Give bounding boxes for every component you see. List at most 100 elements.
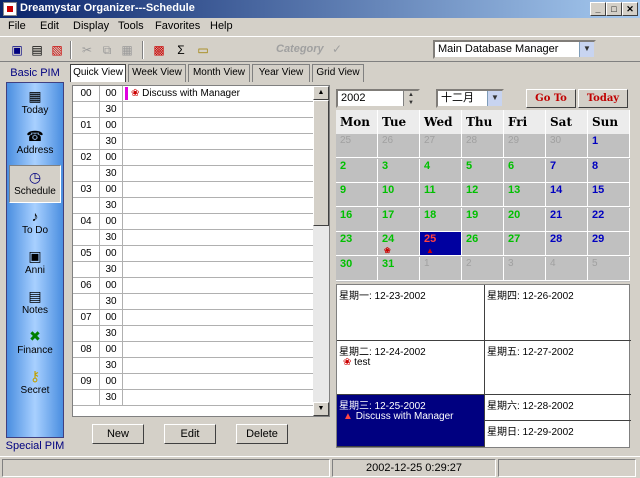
time-slot[interactable]: 02 00 bbox=[73, 150, 313, 166]
new-button[interactable]: New bbox=[92, 424, 144, 444]
time-slot[interactable]: 07 00 bbox=[73, 310, 313, 326]
sidebar-footer[interactable]: Special PIM bbox=[4, 440, 66, 452]
time-slot[interactable]: 30 bbox=[73, 134, 313, 150]
scroll-down-icon[interactable]: ▼ bbox=[313, 402, 329, 416]
calendar-day[interactable]: 29 bbox=[504, 134, 546, 158]
menu-tools[interactable]: Tools bbox=[118, 20, 144, 32]
calendar-day[interactable]: 4 bbox=[420, 158, 462, 183]
week-day-fri[interactable]: 星期五: 12-27-2002 bbox=[485, 341, 631, 395]
close-button[interactable]: ✕ bbox=[622, 2, 638, 16]
tab-year-view[interactable]: Year View bbox=[252, 64, 310, 82]
calendar-day[interactable]: 3 bbox=[504, 257, 546, 281]
category-button[interactable]: Category bbox=[276, 43, 324, 55]
minimize-button[interactable]: _ bbox=[590, 2, 606, 16]
scroll-thumb[interactable] bbox=[313, 100, 329, 226]
delete-icon[interactable]: ▧ bbox=[48, 41, 66, 59]
calendar-day[interactable]: 28 bbox=[546, 232, 588, 257]
calendar-day[interactable]: 7 bbox=[546, 158, 588, 183]
menu-favorites[interactable]: Favorites bbox=[155, 20, 200, 32]
paste-icon[interactable]: ▦ bbox=[118, 41, 136, 59]
calendar-day[interactable]: 14 bbox=[546, 183, 588, 208]
week-day-thu[interactable]: 星期四: 12-26-2002 bbox=[485, 285, 631, 341]
sidebar-item-today[interactable]: ▦ Today bbox=[9, 85, 61, 123]
vertical-scrollbar[interactable]: ▲ ▼ bbox=[313, 86, 329, 416]
calendar-day[interactable]: 30 bbox=[336, 257, 378, 281]
time-slot[interactable]: 00 00 ❀ Discuss with Manager bbox=[73, 86, 313, 102]
today-button[interactable]: Today bbox=[578, 89, 628, 108]
time-slot[interactable]: 30 bbox=[73, 198, 313, 214]
database-select[interactable]: Main Database Manager ▼ bbox=[433, 40, 596, 59]
maximize-button[interactable]: □ bbox=[606, 2, 622, 16]
calendar-day[interactable]: 9 bbox=[336, 183, 378, 208]
time-slot[interactable]: 30 bbox=[73, 262, 313, 278]
copy-icon[interactable]: ⧉ bbox=[98, 41, 116, 59]
sidebar-item-address[interactable]: ☎ Address bbox=[9, 125, 61, 163]
time-slot[interactable]: 01 00 bbox=[73, 118, 313, 134]
calendar-day[interactable]: 3 bbox=[378, 158, 420, 183]
goto-button[interactable]: Go To bbox=[526, 89, 576, 108]
time-slot[interactable]: 30 bbox=[73, 390, 313, 406]
year-spinner[interactable]: 2002 ▲ ▼ bbox=[336, 89, 420, 108]
chevron-down-icon[interactable]: ▼ bbox=[487, 91, 502, 106]
time-slot[interactable]: 30 bbox=[73, 294, 313, 310]
time-slot[interactable]: 30 bbox=[73, 166, 313, 182]
sidebar-item-notes[interactable]: ▤ Notes bbox=[9, 285, 61, 323]
menu-edit[interactable]: Edit bbox=[40, 20, 59, 32]
menu-file[interactable]: File bbox=[8, 20, 26, 32]
week-day-mon[interactable]: 星期一: 12-23-2002 bbox=[337, 285, 485, 341]
calendar-day[interactable]: 29 bbox=[588, 232, 630, 257]
month-select[interactable]: 十二月 ▼ bbox=[436, 89, 504, 108]
calendar-day[interactable]: 26 bbox=[462, 232, 504, 257]
calendar-icon[interactable]: ▩ bbox=[150, 41, 168, 59]
calendar-day[interactable]: 2 bbox=[336, 158, 378, 183]
calendar-day[interactable]: 11 bbox=[420, 183, 462, 208]
calendar-day[interactable]: 30 bbox=[546, 134, 588, 158]
time-slot[interactable]: 30 bbox=[73, 326, 313, 342]
tab-month-view[interactable]: Month View bbox=[188, 64, 250, 82]
calendar-day[interactable]: 16 bbox=[336, 207, 378, 232]
menu-display[interactable]: Display bbox=[73, 20, 109, 32]
calendar-day[interactable]: 22 bbox=[588, 207, 630, 232]
sidebar-item-todo[interactable]: ♪ To Do bbox=[9, 205, 61, 243]
calendar-day[interactable]: 18 bbox=[420, 207, 462, 232]
calendar-day[interactable]: 19 bbox=[462, 207, 504, 232]
time-slot[interactable]: 30 bbox=[73, 102, 313, 118]
calendar-day[interactable]: 5 bbox=[462, 158, 504, 183]
time-slot[interactable]: 30 bbox=[73, 358, 313, 374]
tab-quick-view[interactable]: Quick View bbox=[70, 64, 126, 82]
week-day-wed[interactable]: 星期三: 12-25-2002 ▲ Discuss with Manager bbox=[337, 395, 485, 447]
sidebar-item-secret[interactable]: ⚷ Secret bbox=[9, 365, 61, 403]
calendar-day[interactable]: 2 bbox=[462, 257, 504, 281]
calendar-day[interactable]: 17 bbox=[378, 207, 420, 232]
week-day-tue[interactable]: 星期二: 12-24-2002 ❀ test bbox=[337, 341, 485, 395]
folder-icon[interactable]: ▭ bbox=[194, 41, 212, 59]
week-day-sat[interactable]: 星期六: 12-28-2002 bbox=[485, 395, 631, 421]
edit-button[interactable]: Edit bbox=[164, 424, 216, 444]
sidebar-item-anni[interactable]: ▣ Anni bbox=[9, 245, 61, 283]
calendar-day[interactable]: 23 bbox=[336, 232, 378, 257]
calendar-day[interactable]: 13 bbox=[504, 183, 546, 208]
sidebar-item-schedule[interactable]: ◷ Schedule bbox=[9, 165, 61, 203]
time-slot[interactable]: 08 00 bbox=[73, 342, 313, 358]
time-slot[interactable]: 03 00 bbox=[73, 182, 313, 198]
sidebar-item-finance[interactable]: ✖ Finance bbox=[9, 325, 61, 363]
calendar-day[interactable]: 4 bbox=[546, 257, 588, 281]
calendar-day[interactable]: 20 bbox=[504, 207, 546, 232]
time-slot[interactable]: 09 00 bbox=[73, 374, 313, 390]
week-event[interactable]: ❀ test bbox=[343, 357, 370, 368]
scroll-up-icon[interactable]: ▲ bbox=[313, 86, 329, 100]
calendar-day[interactable]: 24 ❀ bbox=[378, 232, 420, 257]
calendar-day[interactable]: 15 bbox=[588, 183, 630, 208]
calendar-day[interactable]: 1 bbox=[588, 134, 630, 158]
calendar-day[interactable]: 25 ▲ bbox=[420, 232, 462, 257]
time-slot[interactable]: 05 00 bbox=[73, 246, 313, 262]
calendar-day[interactable]: 21 bbox=[546, 207, 588, 232]
print-icon[interactable]: ▤ bbox=[28, 41, 46, 59]
week-day-sun[interactable]: 星期日: 12-29-2002 bbox=[485, 421, 631, 447]
calendar-day[interactable]: 12 bbox=[462, 183, 504, 208]
save-icon[interactable]: ▣ bbox=[8, 41, 26, 59]
sum-icon[interactable]: Σ bbox=[172, 41, 190, 59]
tab-week-view[interactable]: Week View bbox=[128, 64, 186, 82]
calendar-day[interactable]: 25 bbox=[336, 134, 378, 158]
chevron-down-icon[interactable]: ▼ bbox=[579, 42, 594, 57]
